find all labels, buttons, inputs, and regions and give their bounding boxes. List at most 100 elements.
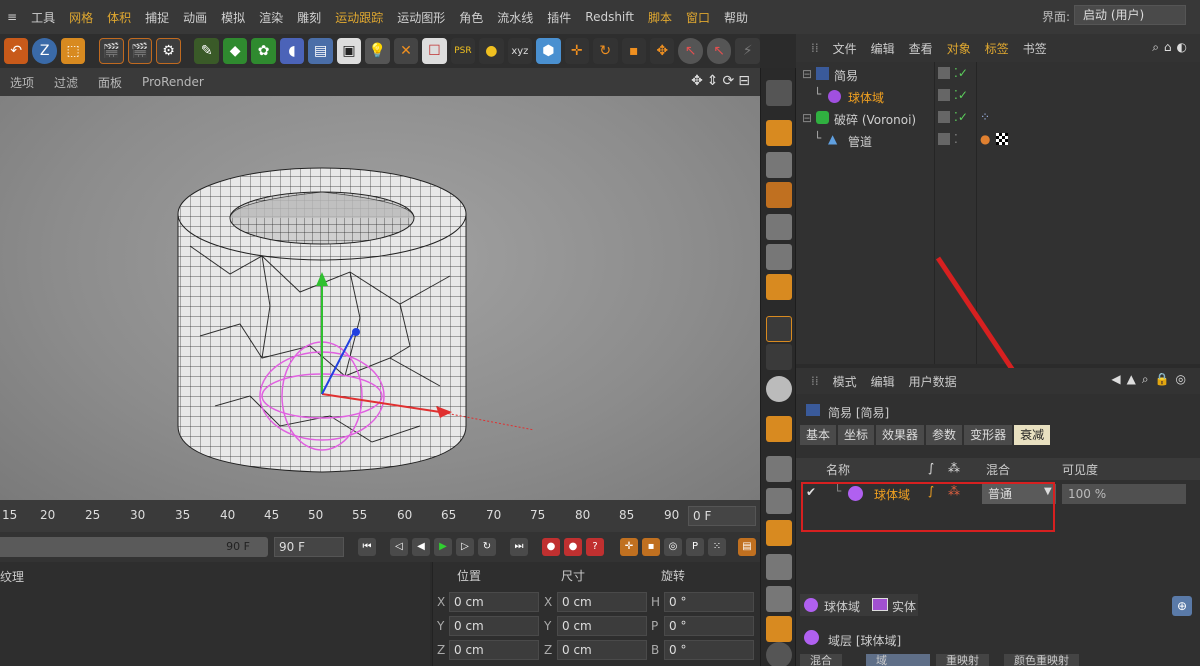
z-axis-icon[interactable]: Z bbox=[32, 38, 57, 64]
search-icon[interactable]: ⌕⌂◐ bbox=[1152, 40, 1192, 55]
sphere-light-icon[interactable] bbox=[766, 642, 792, 666]
menu-mograph[interactable]: 运动图形 bbox=[390, 9, 452, 26]
obj-menu-view[interactable]: 查看 bbox=[902, 40, 940, 57]
position-y-field[interactable]: 0 cm bbox=[449, 616, 539, 636]
tree-expand-icon[interactable]: ⊟ bbox=[802, 111, 812, 125]
pen-tool-icon[interactable]: ✎ bbox=[194, 38, 219, 64]
grid-plane-icon[interactable] bbox=[766, 456, 792, 482]
tab-effectors[interactable]: 效果器 bbox=[876, 425, 925, 445]
3d-viewport[interactable] bbox=[0, 96, 760, 500]
menu-script[interactable]: 脚本 bbox=[641, 9, 679, 26]
menu-overflow[interactable]: ≡ bbox=[0, 10, 24, 24]
render-picture-viewer-icon[interactable]: 🎬 bbox=[127, 38, 153, 64]
make-editable-icon[interactable] bbox=[766, 80, 792, 106]
obj-menu-objects[interactable]: 对象 bbox=[940, 40, 978, 57]
visibility-slider[interactable]: 100 % bbox=[1062, 484, 1186, 504]
camera-icon[interactable]: ▣ bbox=[336, 38, 362, 64]
undo-icon[interactable]: ↶ bbox=[4, 38, 29, 64]
object-row[interactable]: ⊟ 简易 ⁚✓ bbox=[796, 64, 1200, 86]
material-tag-icon[interactable] bbox=[996, 133, 1008, 145]
obj-menu-bookmarks[interactable]: 书签 bbox=[1016, 40, 1054, 57]
subdivision-icon[interactable]: ✿ bbox=[251, 38, 276, 64]
enabled-dots-icon[interactable]: ⁚ bbox=[954, 132, 958, 146]
grid-plane-2-icon[interactable] bbox=[766, 488, 792, 514]
auto-key-icon[interactable]: ● bbox=[564, 538, 582, 556]
menu-sculpt[interactable]: 雕刻 bbox=[290, 9, 328, 26]
select-cursor-2-icon[interactable]: ↖ bbox=[706, 38, 732, 64]
rotation-h-field[interactable]: 0 ° bbox=[664, 592, 754, 612]
prev-frame-icon[interactable]: ◀ bbox=[412, 538, 430, 556]
viewport-menu-filter[interactable]: 过滤 bbox=[44, 74, 88, 91]
current-frame-field[interactable]: 0 F bbox=[688, 506, 756, 526]
axis-mode-icon[interactable] bbox=[766, 316, 792, 342]
model-mode-icon[interactable] bbox=[766, 120, 792, 146]
menu-window[interactable]: 窗口 bbox=[679, 9, 717, 26]
object-row[interactable]: └ 球体域 ⁚✓ bbox=[796, 86, 1200, 108]
play-icon[interactable]: ▶ bbox=[434, 538, 452, 556]
go-to-end-icon[interactable]: ⏭ bbox=[510, 538, 528, 556]
menu-mesh[interactable]: 网格 bbox=[62, 9, 100, 26]
points-mode-icon[interactable] bbox=[766, 214, 792, 240]
tab-parameters[interactable]: 参数 bbox=[926, 425, 963, 445]
floor-icon[interactable]: ▤ bbox=[308, 38, 333, 64]
menu-pipeline[interactable]: 流水线 bbox=[490, 9, 540, 26]
symmetry-icon[interactable]: ✕ bbox=[393, 38, 419, 64]
preview-range-slider[interactable]: 90 F bbox=[0, 537, 268, 557]
key-param-icon[interactable]: P bbox=[686, 538, 704, 556]
texture-mode-icon[interactable] bbox=[766, 152, 792, 178]
visibility-toggle-icon[interactable] bbox=[938, 67, 950, 79]
attr-menu-mode[interactable]: 模式 bbox=[826, 373, 864, 390]
live-selection-icon[interactable]: ✥ bbox=[649, 38, 675, 64]
enabled-check-icon[interactable]: ⁚✓ bbox=[954, 66, 968, 80]
field-chip-name[interactable]: 球体域 bbox=[824, 598, 860, 615]
menu-animation[interactable]: 动画 bbox=[176, 9, 214, 26]
obj-menu-file[interactable]: 文件 bbox=[826, 40, 864, 57]
rotate-icon[interactable]: ↻ bbox=[593, 38, 618, 64]
layout-window-icon[interactable] bbox=[766, 520, 792, 546]
menu-plugins[interactable]: 插件 bbox=[540, 9, 578, 26]
select-cursor-icon[interactable]: ↖ bbox=[678, 38, 703, 64]
edges-mode-icon[interactable] bbox=[766, 244, 792, 270]
object-row[interactable]: └ ▲ 管道 ⁚ ● bbox=[796, 130, 1200, 152]
menu-redshift[interactable]: Redshift bbox=[578, 10, 641, 24]
attr-nav-icons[interactable]: ◀▲⌕🔒◎ bbox=[1111, 372, 1192, 387]
obj-menu-edit[interactable]: 编辑 bbox=[864, 40, 902, 57]
add-layer-icon[interactable]: ⊕ bbox=[1172, 596, 1192, 616]
render-view-icon[interactable]: 🎬 bbox=[99, 38, 124, 64]
tweak-mode-icon[interactable] bbox=[766, 344, 792, 370]
position-x-field[interactable]: 0 cm bbox=[449, 592, 539, 612]
enable-axis-icon[interactable]: ● bbox=[479, 38, 504, 64]
key-position-icon[interactable]: ✛ bbox=[620, 538, 638, 556]
object-name[interactable]: 破碎 (Voronoi) bbox=[834, 111, 916, 128]
visibility-toggle-icon[interactable] bbox=[938, 133, 950, 145]
obj-menu-tags[interactable]: 标签 bbox=[978, 40, 1016, 57]
next-key-icon[interactable]: ↻ bbox=[478, 538, 496, 556]
attr-menu-user-data[interactable]: 用户数据 bbox=[902, 373, 964, 390]
render-settings-icon[interactable]: ⚙ bbox=[156, 38, 181, 64]
viewport-menu-panel[interactable]: 面板 bbox=[88, 74, 132, 91]
magnet-icon[interactable] bbox=[766, 416, 792, 442]
tab-field[interactable]: 域 bbox=[866, 654, 930, 666]
timeline-ruler[interactable]: 15 20 25 30 35 40 45 50 55 60 65 70 75 8… bbox=[0, 500, 760, 532]
menu-tools[interactable]: 工具 bbox=[24, 9, 62, 26]
key-rotation-icon[interactable]: ◎ bbox=[664, 538, 682, 556]
scale-icon[interactable]: ▪ bbox=[621, 38, 646, 64]
download-icon[interactable] bbox=[766, 554, 792, 580]
end-frame-field[interactable]: 90 F bbox=[274, 537, 344, 557]
layout-dropdown[interactable]: 启动 (用户) bbox=[1074, 5, 1186, 25]
material-manager[interactable]: 纹理 bbox=[0, 562, 430, 666]
texture-icon[interactable]: ☐ bbox=[422, 38, 447, 64]
record-icon[interactable]: ● bbox=[542, 538, 560, 556]
object-3d-icon[interactable] bbox=[766, 616, 792, 642]
next-frame-icon[interactable]: ▷ bbox=[456, 538, 474, 556]
menu-help[interactable]: 帮助 bbox=[717, 9, 755, 26]
attr-menu-edit[interactable]: 编辑 bbox=[864, 373, 902, 390]
viewport-menu-prorender[interactable]: ProRender bbox=[132, 75, 214, 89]
cube-object-icon[interactable]: ◆ bbox=[222, 38, 248, 64]
position-z-field[interactable]: 0 cm bbox=[449, 640, 539, 660]
size-x-field[interactable]: 0 cm bbox=[557, 592, 647, 612]
object-mode-icon[interactable]: ⬢ bbox=[536, 38, 561, 64]
keyframe-selection-icon[interactable]: ? bbox=[586, 538, 604, 556]
tab-blend[interactable]: 混合 bbox=[800, 654, 842, 666]
object-manager-list[interactable]: ⊟ 简易 ⁚✓ └ 球体域 ⁚✓ ⊟ 破碎 (Voronoi) ⁚✓ ⁘ └ ▲… bbox=[796, 62, 1200, 428]
